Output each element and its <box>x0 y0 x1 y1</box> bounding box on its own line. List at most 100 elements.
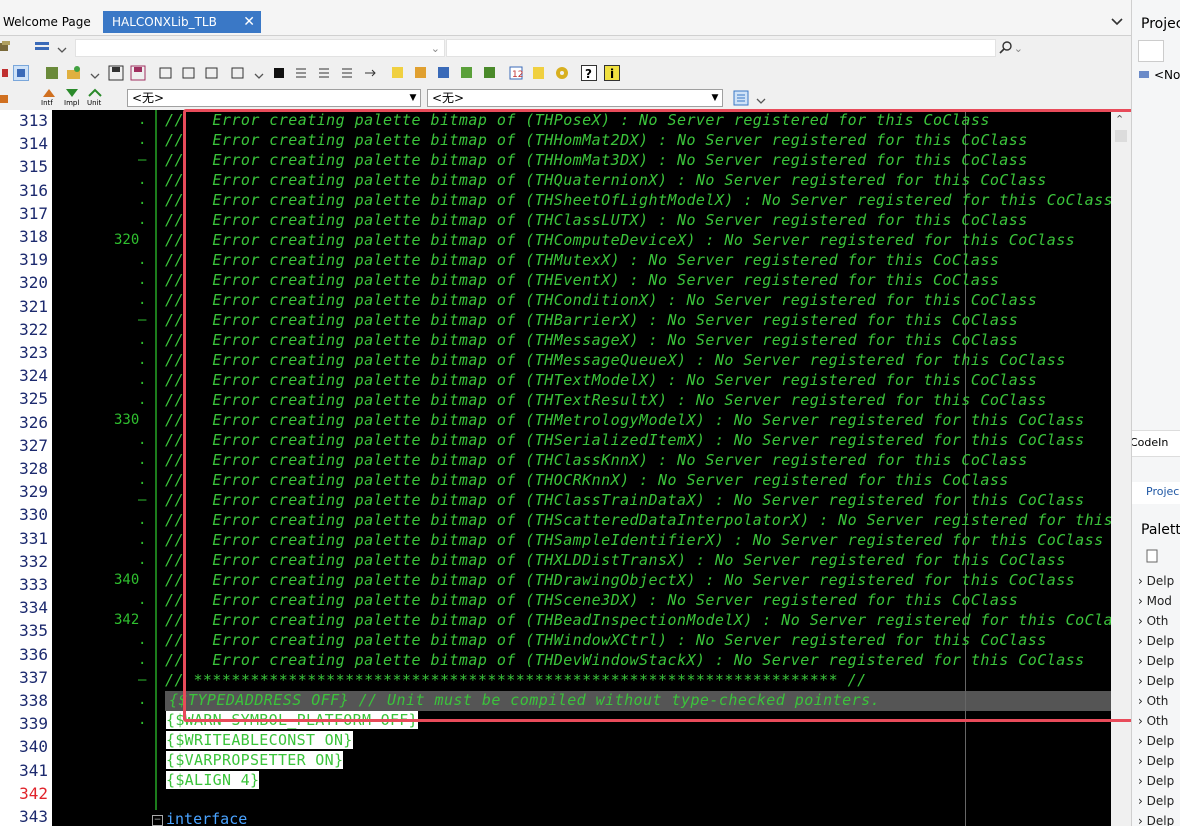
inspect-icon[interactable] <box>459 65 475 81</box>
palette-category[interactable]: › Delp <box>1138 574 1174 588</box>
gutter-marker: . <box>138 712 147 728</box>
palette-category[interactable]: › Delp <box>1138 734 1174 748</box>
method-selector[interactable]: <无> ▼ <box>427 89 723 107</box>
palette-category[interactable]: › Delp <box>1138 754 1174 768</box>
scroll-thumb[interactable] <box>1115 130 1127 142</box>
interface-toggle-button[interactable]: Intf <box>40 87 58 109</box>
run-icon[interactable] <box>230 65 246 81</box>
line-number: 317 <box>19 203 48 223</box>
line-number: 337 <box>19 667 48 687</box>
help-icon[interactable]: ? <box>581 65 597 81</box>
watch-icon[interactable] <box>436 65 452 81</box>
palette-category[interactable]: › Oth <box>1138 614 1168 628</box>
trace-into-icon[interactable] <box>317 65 333 81</box>
tab-welcome-label: Welcome Page <box>3 15 91 29</box>
structure-view-icon[interactable] <box>733 90 749 106</box>
code-line: // Error creating palette bitmap of (THS… <box>165 591 1019 609</box>
palette-category[interactable]: › Oth <box>1138 714 1168 728</box>
gutter-marker: . <box>138 372 147 388</box>
help-topics-icon[interactable]: 12 <box>508 65 524 81</box>
notes-icon[interactable] <box>531 65 547 81</box>
vertical-scrollbar[interactable]: ⌃ <box>1111 110 1131 826</box>
line-number: 321 <box>19 296 48 316</box>
project-options-icon[interactable] <box>204 65 220 81</box>
line-number: 329 <box>19 482 48 502</box>
search-field[interactable]: ⌄ <box>446 39 1023 57</box>
palette-toolbar-icon[interactable] <box>1146 548 1160 564</box>
project-tree-item[interactable]: <No <box>1154 68 1180 82</box>
chevron-down-icon[interactable] <box>90 69 100 83</box>
gutter-marker: . <box>138 172 147 188</box>
class-selector[interactable]: <无> ▼ <box>127 89 421 107</box>
palette-category[interactable]: › Mod <box>1138 594 1172 608</box>
chevron-down-icon[interactable] <box>57 43 67 57</box>
info-icon[interactable]: i <box>604 65 620 81</box>
palette-panel-title: Palette <box>1141 522 1180 538</box>
trace-to-next-icon[interactable] <box>340 65 356 81</box>
unit-toggle-button[interactable]: Unit <box>86 87 104 109</box>
code-line: // Error creating palette bitmap of (THE… <box>165 271 1000 289</box>
run-to-cursor-icon[interactable] <box>363 65 379 81</box>
palette-category[interactable]: › Delp <box>1138 634 1174 648</box>
palette-category[interactable]: › Delp <box>1138 674 1174 688</box>
unit-label: Unit <box>87 99 102 107</box>
code-editor[interactable]: − interface .. –... 320... –.... 330... –... 3… <box>52 110 1111 826</box>
line-number: 339 <box>19 714 48 734</box>
palette-category[interactable]: › Delp <box>1138 814 1174 826</box>
gutter-marker: . <box>138 532 147 548</box>
palette-category[interactable]: › Delp <box>1138 774 1174 788</box>
breakpoint-icon[interactable] <box>390 65 406 81</box>
chevron-down-icon: ⌄ <box>430 42 440 55</box>
tab-welcome-page[interactable]: Welcome Page <box>0 11 99 33</box>
scroll-up-icon[interactable]: ⌃ <box>1115 113 1124 126</box>
step-over-icon[interactable] <box>294 65 310 81</box>
chevron-down-icon[interactable] <box>756 94 766 108</box>
component-list-icon[interactable] <box>44 65 60 81</box>
codeinsight-tab[interactable]: CodeIn <box>1132 430 1180 457</box>
gutter-marker: . <box>138 592 147 608</box>
edit-icon[interactable] <box>413 65 429 81</box>
line-number: 330 <box>19 505 48 525</box>
palette-category[interactable]: › Delp <box>1138 654 1174 668</box>
palette-category[interactable]: › Oth <box>1138 694 1168 708</box>
class-selector-value: <无> <box>132 91 165 105</box>
remove-file-icon[interactable] <box>181 65 197 81</box>
chevron-down-icon[interactable] <box>254 69 264 83</box>
editor-tab-strip: Welcome Page HALCONXLib_TLB ✕ <box>0 0 1131 36</box>
gutter-marker: . <box>138 652 147 668</box>
project-panel-toolbar-icon[interactable] <box>1138 40 1164 62</box>
code-line: // Error creating palette bitmap of (THQ… <box>165 171 1047 189</box>
tab-halconxlib-tlb[interactable]: HALCONXLib_TLB ✕ <box>103 11 261 33</box>
search-component-combo[interactable]: ⌄ <box>75 39 445 57</box>
tabs-dropdown-icon[interactable] <box>1110 16 1124 31</box>
gutter-marker: 320 <box>114 232 140 248</box>
search-icon[interactable] <box>999 41 1013 58</box>
implementation-toggle-button[interactable]: Impl <box>63 87 81 109</box>
evaluate-icon[interactable] <box>482 65 498 81</box>
fold-toggle-icon[interactable]: − <box>152 815 163 826</box>
align-icon[interactable] <box>13 65 29 81</box>
palette-category[interactable]: › Delp <box>1138 794 1174 808</box>
line-number: 341 <box>19 760 48 780</box>
interface-keyword: interface <box>166 810 248 826</box>
add-file-icon[interactable] <box>158 65 174 81</box>
close-tab-icon[interactable]: ✕ <box>243 11 255 33</box>
method-selector-value: <无> <box>432 91 465 105</box>
line-number: 314 <box>19 134 48 154</box>
form-layout-icon[interactable] <box>34 39 50 55</box>
chevron-down-icon: ▼ <box>711 93 719 103</box>
stop-icon[interactable] <box>271 65 287 81</box>
save-icon[interactable] <box>108 65 124 81</box>
settings-gear-icon[interactable] <box>554 65 570 81</box>
gutter-marker: . <box>138 352 147 368</box>
code-line: // Error creating palette bitmap of (THC… <box>165 231 1076 249</box>
open-project-icon[interactable] <box>66 65 82 81</box>
code-line: // Error creating palette bitmap of (THW… <box>165 631 1047 649</box>
project-panel-title: Projec <box>1141 16 1180 32</box>
save-all-icon[interactable] <box>130 65 146 81</box>
line-number: 340 <box>19 737 48 757</box>
components-icon[interactable] <box>0 39 16 55</box>
class-explorer-icon[interactable] <box>0 91 8 107</box>
project-tab[interactable]: Projec <box>1132 482 1180 504</box>
line-number: 327 <box>19 435 48 455</box>
